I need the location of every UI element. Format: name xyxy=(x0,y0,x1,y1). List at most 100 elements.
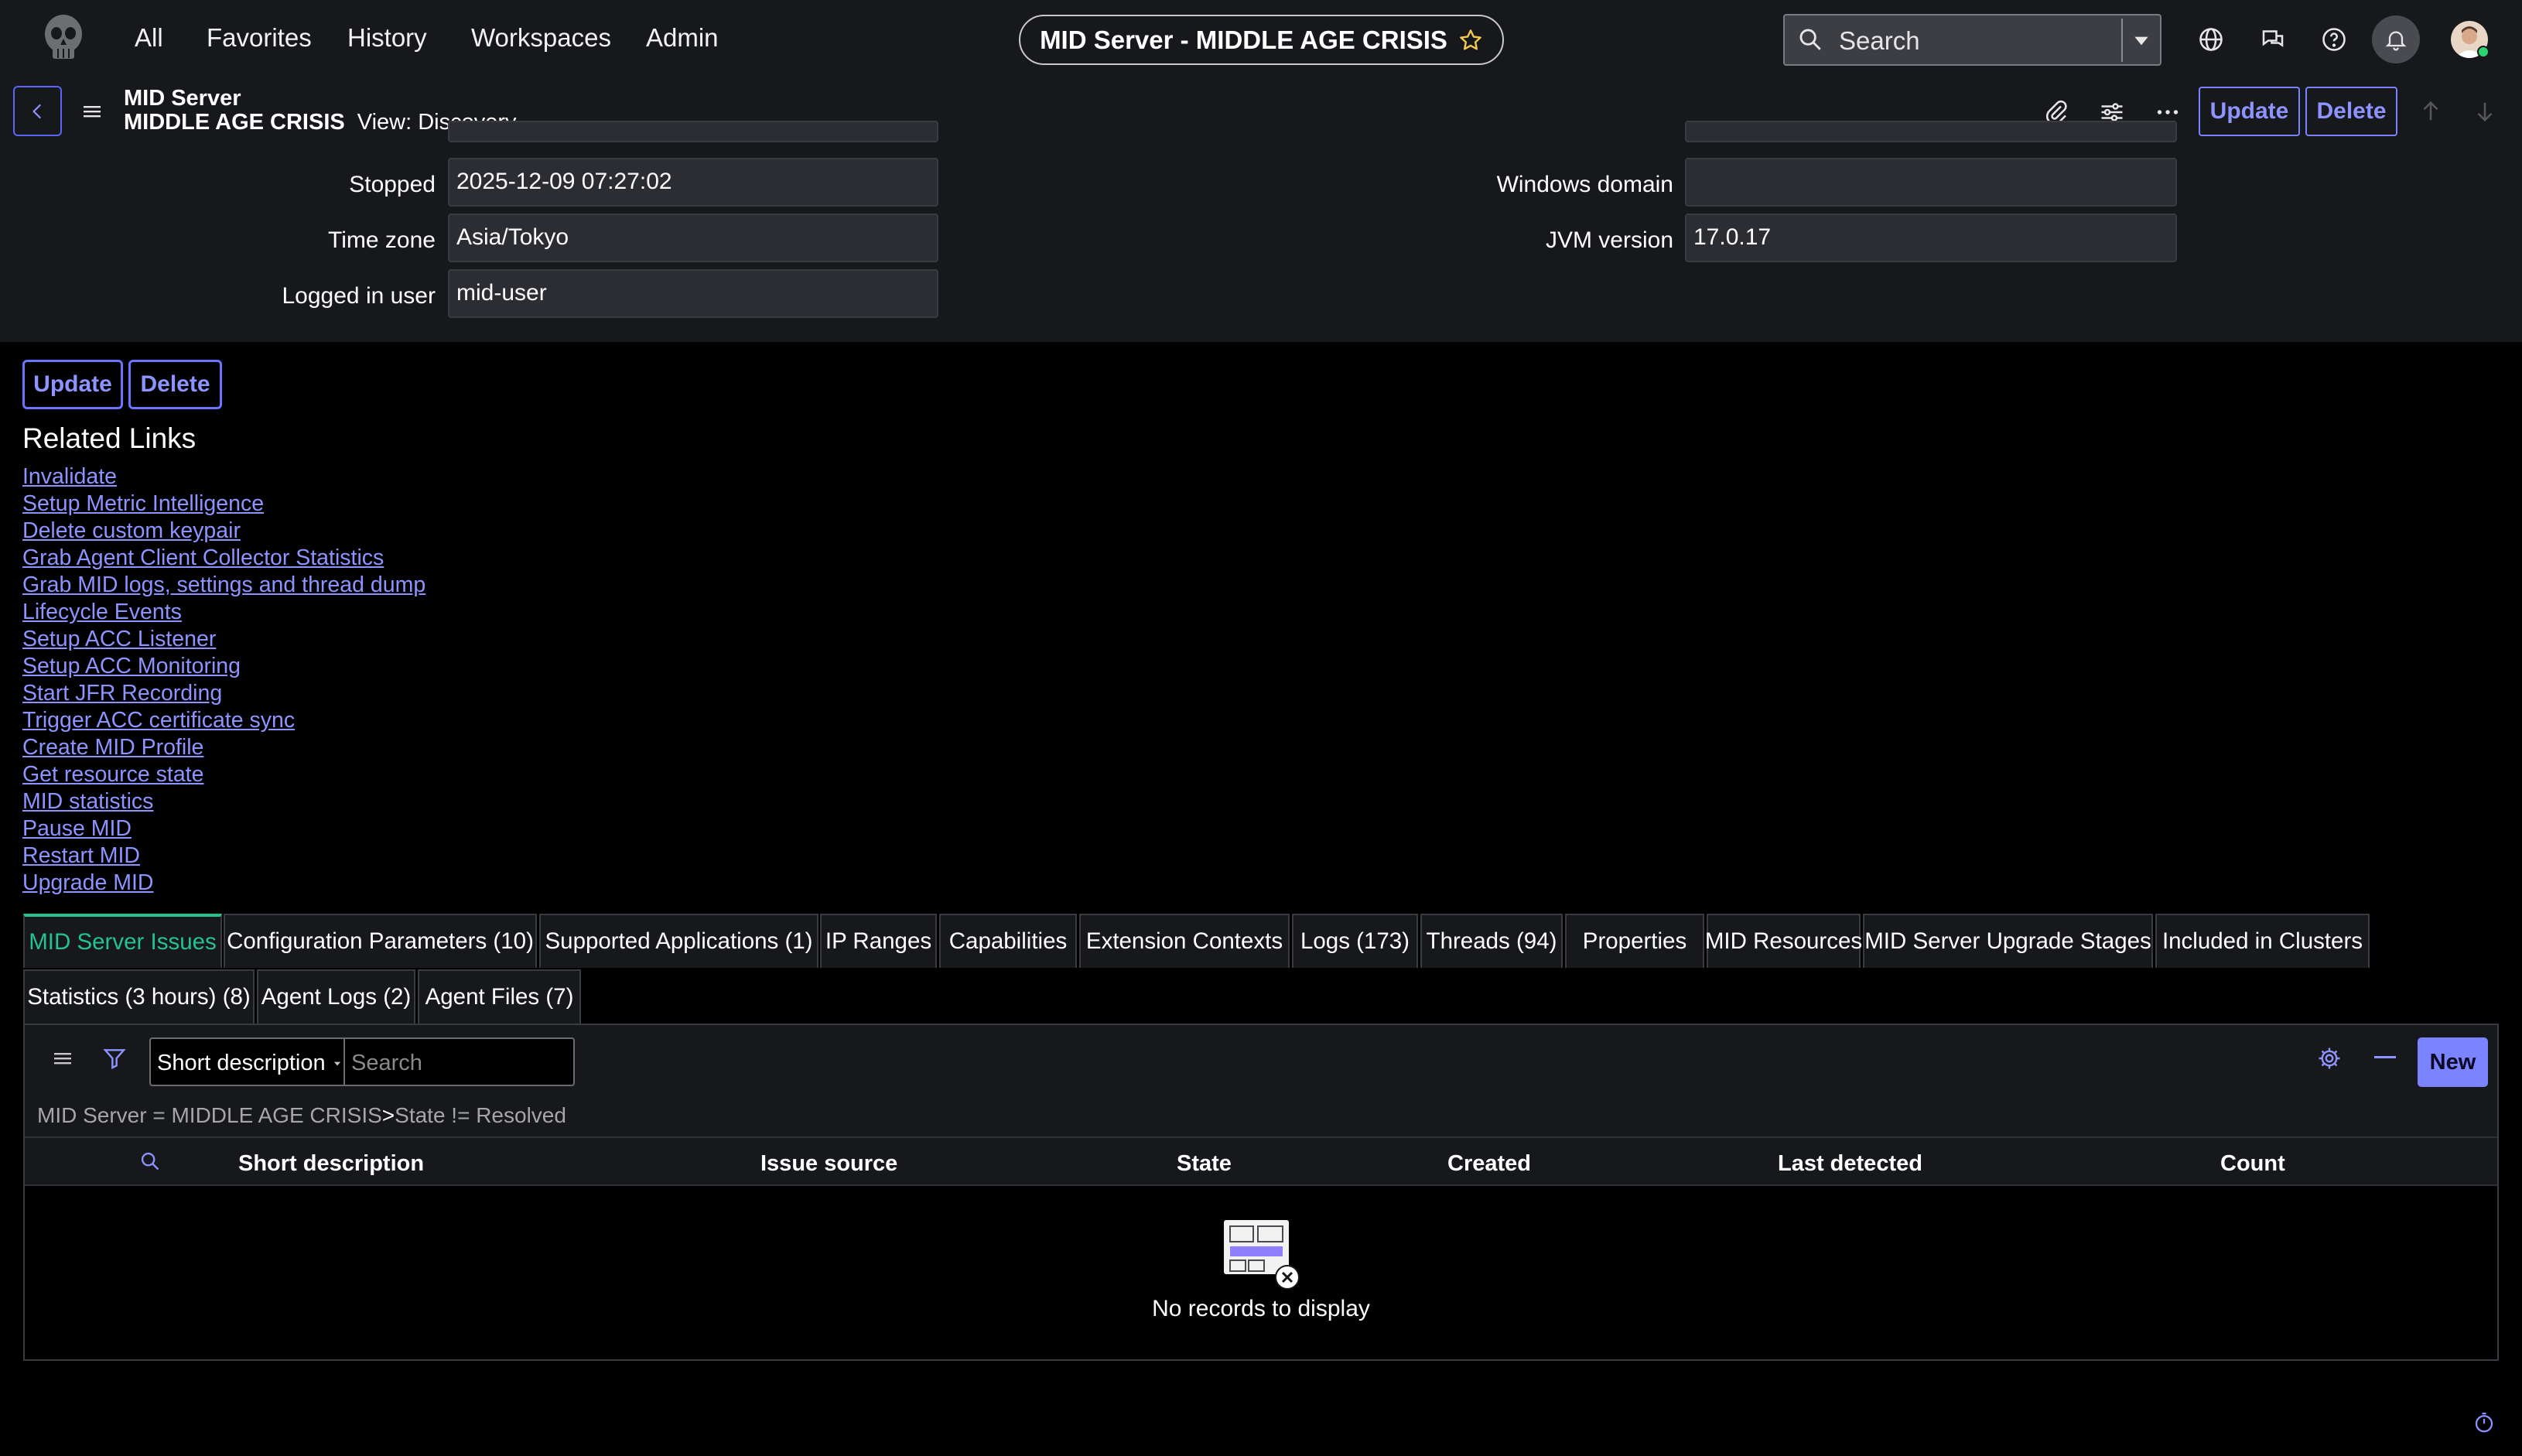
related-list-panel: Short description Search New MID Server … xyxy=(23,1024,2499,1361)
notifications-bell-icon[interactable] xyxy=(2372,15,2420,63)
link-upgrade-mid[interactable]: Upgrade MID xyxy=(22,870,425,897)
record-title-pill[interactable]: MID Server - MIDDLE AGE CRISIS xyxy=(1019,15,1504,65)
record-title: MID Server - MIDDLE AGE CRISIS xyxy=(1040,25,1447,54)
windows-domain-label: Windows domain xyxy=(1496,172,1673,197)
next-record-arrow-down-icon[interactable] xyxy=(2472,98,2498,128)
globe-icon[interactable] xyxy=(2193,22,2229,57)
time-zone-field[interactable]: Asia/Tokyo xyxy=(448,214,938,262)
form-record-name: MIDDLE AGE CRISIS xyxy=(124,110,345,135)
tab-statistics[interactable]: Statistics (3 hours) (8) xyxy=(23,969,255,1024)
nav-history[interactable]: History xyxy=(347,23,427,53)
collapse-minus-icon[interactable] xyxy=(2374,1056,2396,1058)
top-navigation-bar: All Favorites History Workspaces Admin M… xyxy=(0,0,2522,79)
form-table-name: MID Server xyxy=(124,86,241,111)
no-records-message: No records to display xyxy=(1152,1296,1370,1321)
logged-in-user-label: Logged in user xyxy=(282,283,436,309)
windows-domain-field[interactable] xyxy=(1685,158,2177,207)
column-search-icon[interactable] xyxy=(139,1150,161,1176)
search-scope-chevron-down-icon[interactable] xyxy=(2131,31,2151,55)
previous-record-arrow-up-icon[interactable] xyxy=(2418,98,2444,128)
column-issue-source[interactable]: Issue source xyxy=(760,1151,897,1177)
search-divider xyxy=(2121,19,2123,62)
link-mid-statistics[interactable]: MID statistics xyxy=(22,788,425,815)
partial-field-top-left xyxy=(448,121,938,142)
link-grab-agent-client-collector-statistics[interactable]: Grab Agent Client Collector Statistics xyxy=(22,545,425,572)
tab-capabilities[interactable]: Capabilities xyxy=(939,914,1077,968)
favorite-star-icon[interactable] xyxy=(1458,28,1483,53)
tab-mid-resources[interactable]: MID Resources xyxy=(1705,914,1862,968)
link-setup-acc-listener[interactable]: Setup ACC Listener xyxy=(22,626,425,653)
tab-agent-logs[interactable]: Agent Logs (2) xyxy=(257,969,415,1024)
jvm-version-field[interactable]: 17.0.17 xyxy=(1685,214,2177,262)
nav-all[interactable]: All xyxy=(135,23,163,53)
filter-breadcrumb: MID Server = MIDDLE AGE CRISIS>State != … xyxy=(25,1093,2497,1136)
link-lifecycle-events[interactable]: Lifecycle Events xyxy=(22,599,425,626)
partial-field-top-right xyxy=(1685,121,2177,142)
search-field-select[interactable]: Short description xyxy=(149,1037,343,1086)
chat-icon[interactable] xyxy=(2255,22,2291,57)
related-links-list: Invalidate Setup Metric Intelligence Del… xyxy=(22,463,425,897)
link-invalidate[interactable]: Invalidate xyxy=(22,463,425,490)
nav-workspaces[interactable]: Workspaces xyxy=(471,23,611,53)
nav-favorites[interactable]: Favorites xyxy=(207,23,312,53)
delete-button[interactable]: Delete xyxy=(128,360,222,409)
list-menu-icon[interactable] xyxy=(53,1048,73,1072)
tab-ip-ranges[interactable]: IP Ranges xyxy=(820,914,937,968)
filter-separator: > xyxy=(381,1103,395,1127)
link-create-mid-profile[interactable]: Create MID Profile xyxy=(22,734,425,761)
header-delete-button[interactable]: Delete xyxy=(2305,87,2397,136)
link-setup-acc-monitoring[interactable]: Setup ACC Monitoring xyxy=(22,653,425,680)
link-trigger-acc-certificate-sync[interactable]: Trigger ACC certificate sync xyxy=(22,707,425,734)
column-state[interactable]: State xyxy=(1177,1151,1232,1177)
update-button[interactable]: Update xyxy=(22,360,123,409)
column-last-detected[interactable]: Last detected xyxy=(1778,1151,1922,1177)
online-status-dot xyxy=(2477,46,2490,58)
logged-in-user-field[interactable]: mid-user xyxy=(448,269,938,318)
jvm-version-label: JVM version xyxy=(1545,227,1673,253)
tab-agent-files[interactable]: Agent Files (7) xyxy=(418,969,581,1024)
link-start-jfr-recording[interactable]: Start JFR Recording xyxy=(22,680,425,707)
new-button[interactable]: New xyxy=(2418,1037,2488,1087)
list-settings-gear-icon[interactable] xyxy=(2316,1045,2343,1075)
help-icon[interactable] xyxy=(2316,22,2352,57)
link-get-resource-state[interactable]: Get resource state xyxy=(22,761,425,788)
tab-logs[interactable]: Logs (173) xyxy=(1292,914,1418,968)
link-restart-mid[interactable]: Restart MID xyxy=(22,842,425,870)
list-column-header: Short description Issue source State Cre… xyxy=(25,1136,2497,1186)
empty-records-illustration-icon xyxy=(1222,1218,1300,1295)
header-update-button[interactable]: Update xyxy=(2199,87,2300,136)
link-delete-custom-keypair[interactable]: Delete custom keypair xyxy=(22,518,425,545)
global-search[interactable]: Search xyxy=(1783,14,2161,66)
chevron-left-icon xyxy=(32,104,41,118)
tab-extension-contexts[interactable]: Extension Contexts xyxy=(1079,914,1290,968)
link-pause-mid[interactable]: Pause MID xyxy=(22,815,425,842)
back-button[interactable] xyxy=(13,86,62,136)
nav-admin[interactable]: Admin xyxy=(646,23,719,53)
list-search-input[interactable]: Search xyxy=(343,1037,575,1086)
tab-included-in-clusters[interactable]: Included in Clusters xyxy=(2155,914,2370,968)
link-grab-mid-logs[interactable]: Grab MID logs, settings and thread dump xyxy=(22,572,425,599)
response-time-stopwatch-icon[interactable] xyxy=(2472,1411,2496,1438)
tab-mid-server-upgrade-stages[interactable]: MID Server Upgrade Stages xyxy=(1863,914,2153,968)
company-logo-icon[interactable] xyxy=(40,12,87,62)
column-created[interactable]: Created xyxy=(1447,1151,1531,1177)
search-field-select-value: Short description xyxy=(157,1051,326,1075)
search-icon xyxy=(1797,26,1823,56)
tab-supported-applications[interactable]: Supported Applications (1) xyxy=(539,914,818,968)
tab-mid-server-issues[interactable]: MID Server Issues xyxy=(23,914,222,968)
time-zone-label: Time zone xyxy=(328,227,436,253)
tab-properties[interactable]: Properties xyxy=(1565,914,1704,968)
column-count[interactable]: Count xyxy=(2220,1151,2285,1177)
link-setup-metric-intelligence[interactable]: Setup Metric Intelligence xyxy=(22,490,425,518)
filter-funnel-icon[interactable] xyxy=(102,1046,127,1075)
search-placeholder: Search xyxy=(1839,26,1920,55)
filter-condition-2[interactable]: State != Resolved xyxy=(395,1103,566,1127)
tab-configuration-parameters[interactable]: Configuration Parameters (10) xyxy=(224,914,537,968)
filter-condition-1[interactable]: MID Server = MIDDLE AGE CRISIS xyxy=(37,1103,382,1127)
stopped-field[interactable]: 2025-12-09 07:27:02 xyxy=(448,158,938,207)
select-chevron-down-icon xyxy=(333,1062,340,1066)
tab-threads[interactable]: Threads (94) xyxy=(1420,914,1563,968)
hamburger-menu-icon[interactable] xyxy=(82,102,102,121)
list-toolbar: Short description Search New xyxy=(25,1025,2497,1093)
column-short-description[interactable]: Short description xyxy=(238,1151,424,1177)
